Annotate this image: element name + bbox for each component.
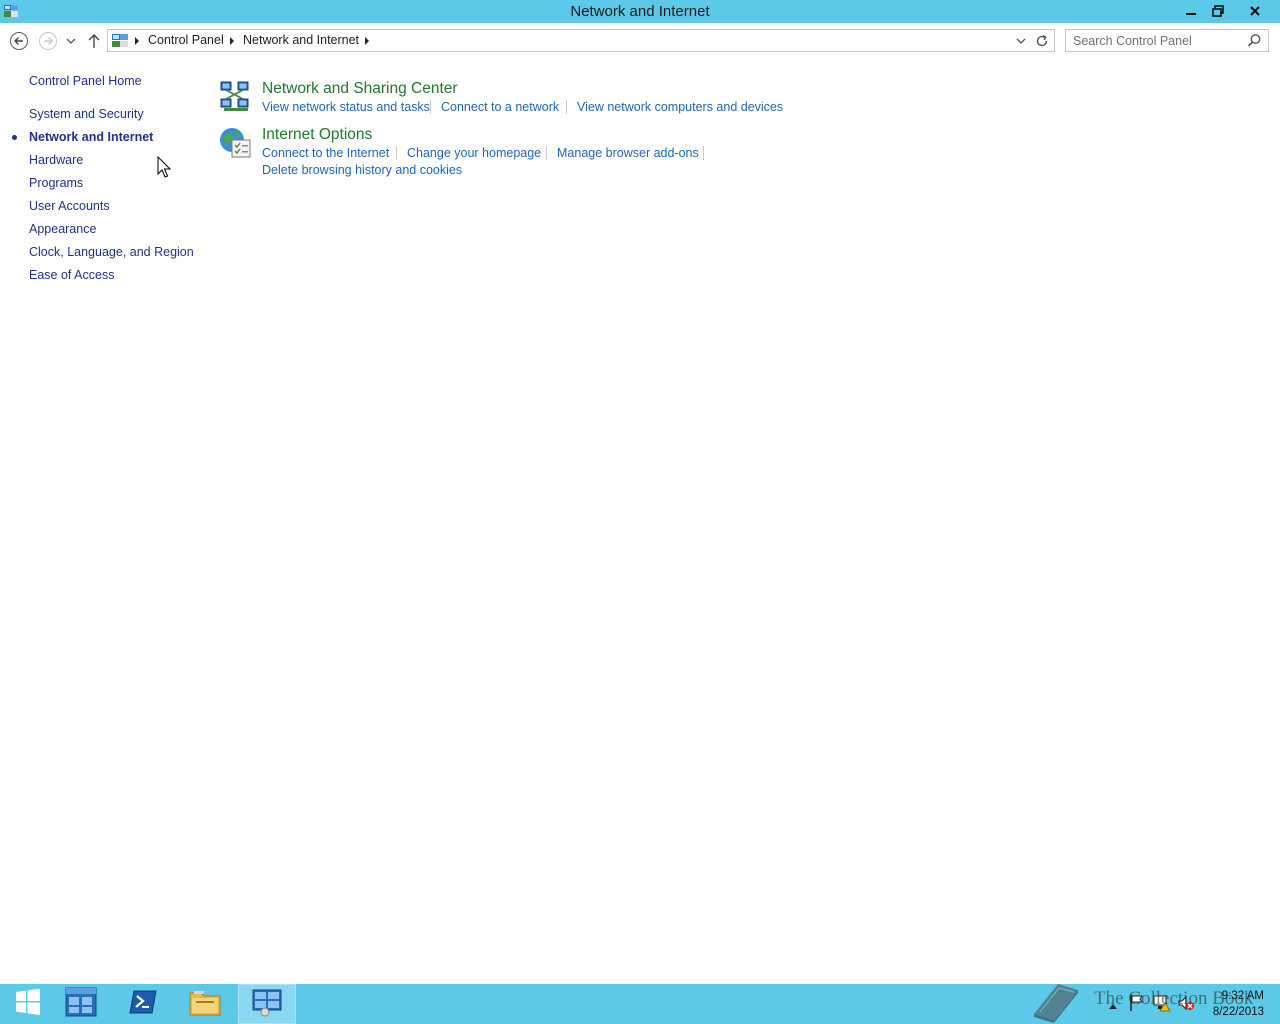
change-homepage-link[interactable]: Change your homepage [407,146,541,160]
minimize-button[interactable] [1177,0,1204,21]
restore-button[interactable] [1204,0,1231,21]
mouse-cursor-icon [157,155,173,180]
taskbar-powershell[interactable] [115,984,171,1024]
title-bar: Network and Internet [0,0,1280,23]
network-and-sharing-center-title-link[interactable]: Network and Sharing Center [262,80,458,98]
internet-options-icon[interactable] [218,126,252,160]
link-divider [703,146,704,160]
nav-link-ease-of-access[interactable]: Ease of Access [29,268,114,282]
forward-button[interactable] [37,30,59,52]
close-button[interactable] [1232,0,1278,21]
taskbar-file-explorer[interactable] [177,984,233,1024]
connect-to-internet-link[interactable]: Connect to the Internet [262,146,389,160]
network-sharing-icon[interactable] [218,80,252,114]
breadcrumb-network-and-internet[interactable]: Network and Internet [243,33,359,47]
breadcrumb-separator-icon[interactable] [135,37,139,45]
view-network-status-link[interactable]: View network status and tasks [262,100,430,114]
nav-link-user-accounts[interactable]: User Accounts [29,199,110,213]
connect-to-network-link[interactable]: Connect to a network [441,100,559,114]
link-divider [566,100,567,114]
delete-browsing-history-link[interactable]: Delete browsing history and cookies [262,163,462,177]
nav-link-system-and-security[interactable]: System and Security [29,107,144,121]
window-title: Network and Internet [570,3,710,20]
nav-link-appearance[interactable]: Appearance [29,222,96,236]
nav-link-network-and-internet[interactable]: Network and Internet [29,130,153,144]
powershell-icon [128,989,158,1020]
link-divider [430,100,431,114]
taskbar-control-panel[interactable] [238,984,296,1024]
control-panel-home-link[interactable]: Control Panel Home [29,74,142,88]
control-panel-icon [111,32,129,49]
address-bar[interactable]: Control Panel Network and Internet [107,29,1055,52]
link-divider [396,146,397,160]
back-button[interactable] [8,30,30,52]
link-divider [546,146,547,160]
server-manager-icon [64,986,98,1023]
file-explorer-icon [188,987,222,1022]
watermark-text: The Collection Book [1094,988,1254,1009]
search-icon[interactable] [1247,33,1262,48]
watermark: The Collection Book [1028,972,1268,1024]
taskbar-server-manager[interactable] [53,984,109,1024]
start-icon [14,988,42,1021]
navigation-bar: Control Panel Network and Internet [0,23,1280,59]
current-item-bullet [12,135,17,140]
start-button[interactable] [0,984,56,1024]
nav-link-clock-language-region[interactable]: Clock, Language, and Region [29,245,194,259]
book-icon [1028,976,1084,1024]
breadcrumb-separator-icon[interactable] [365,37,369,45]
address-history-chevron-down-icon[interactable] [1014,34,1028,48]
manage-browser-addons-link[interactable]: Manage browser add-ons [557,146,699,160]
search-input[interactable] [1073,32,1243,49]
internet-options-title-link[interactable]: Internet Options [262,126,372,144]
up-arrow-icon[interactable] [84,31,104,51]
breadcrumb-control-panel[interactable]: Control Panel [148,33,224,47]
search-box[interactable] [1065,29,1269,52]
refresh-icon[interactable] [1034,33,1050,49]
breadcrumb-separator-icon[interactable] [230,37,234,45]
recent-locations-chevron-down-icon[interactable] [64,33,78,49]
nav-link-programs[interactable]: Programs [29,176,83,190]
control-panel-icon [250,987,284,1022]
nav-link-hardware[interactable]: Hardware [29,153,83,167]
view-network-computers-link[interactable]: View network computers and devices [577,100,783,114]
